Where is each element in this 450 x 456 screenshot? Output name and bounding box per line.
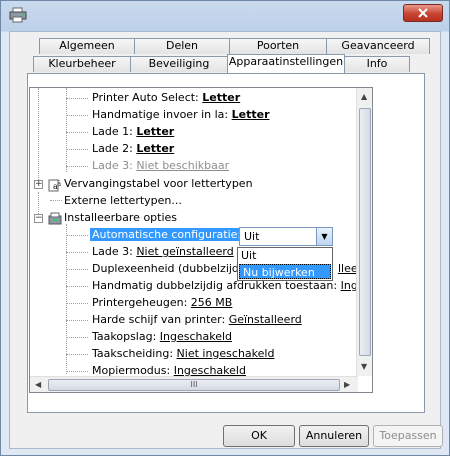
- tree-item-printer-auto-select[interactable]: Printer Auto Select: Letter: [92, 90, 240, 106]
- tree-item-value[interactable]: llee: [338, 261, 358, 277]
- tree-item-auto-config[interactable]: Automatische configuratie:: [90, 227, 244, 243]
- tree-item-job-separation[interactable]: Taakscheiding: Niet ingeschakeld: [92, 346, 274, 362]
- tree-item-label: Lade 1:: [92, 125, 133, 138]
- printer-properties-window: Algemeen Delen Poorten Geavanceerd Kleur…: [0, 0, 450, 456]
- tree-item-label: Printergeheugen:: [92, 296, 188, 309]
- options-icon: [48, 212, 62, 225]
- svg-text:ā: ā: [57, 180, 61, 188]
- tree-guide: [66, 98, 88, 99]
- tree-item-value[interactable]: Letter: [136, 125, 174, 138]
- dropdown-option-uit[interactable]: Uit: [238, 248, 332, 263]
- apply-button[interactable]: Toepassen: [373, 425, 443, 447]
- tab-kleurbeheer[interactable]: Kleurbeheer: [33, 56, 131, 72]
- tree-item-job-storage[interactable]: Taakopslag: Ingeschakeld: [92, 329, 232, 345]
- cancel-button[interactable]: Annuleren: [299, 425, 369, 447]
- horizontal-scroll-thumb[interactable]: III: [48, 379, 340, 391]
- tree-guide: [38, 88, 39, 188]
- tree-item-value[interactable]: Ingeschakeld: [160, 330, 232, 343]
- tree-guide: [66, 252, 88, 253]
- font-table-icon: a ā: [48, 179, 61, 192]
- tree-item-label: Printer Auto Select:: [92, 91, 199, 104]
- tree-guide: [66, 115, 88, 116]
- tree-guide: [66, 224, 67, 374]
- scroll-down-icon[interactable]: ▼: [361, 362, 367, 371]
- tree-guide: [66, 235, 88, 236]
- tab-row-front: Kleurbeheer Beveiliging Apparaatinstelli…: [33, 54, 410, 73]
- ok-button[interactable]: OK: [223, 425, 295, 447]
- expand-icon[interactable]: +: [34, 180, 43, 189]
- collapse-icon[interactable]: −: [34, 214, 43, 223]
- vertical-scroll-thumb[interactable]: [359, 108, 371, 356]
- printer-icon: [9, 7, 27, 23]
- scroll-grip-icon: III: [190, 380, 198, 389]
- tree-item-value[interactable]: Niet geïnstalleerd: [136, 245, 233, 258]
- tree-item-manual-feed[interactable]: Handmatige invoer in la: Letter: [92, 107, 270, 123]
- tree-item-label: Taakopslag:: [92, 330, 157, 343]
- tree-item-tray3-installed[interactable]: Lade 3: Niet geïnstalleerd: [92, 244, 234, 260]
- tree-item-tray2[interactable]: Lade 2: Letter: [92, 141, 174, 157]
- tab-beveiliging[interactable]: Beveiliging: [130, 56, 228, 72]
- tree-guide: [50, 200, 62, 201]
- tab-delen[interactable]: Delen: [134, 38, 230, 54]
- tree-guide: [66, 166, 88, 167]
- tree-guide: [66, 320, 88, 321]
- tree-item-label: Handmatige invoer in la:: [92, 108, 229, 121]
- tree-guide: [66, 88, 67, 172]
- horizontal-scrollbar[interactable]: ◀ III ▶: [30, 376, 358, 392]
- tree-item-value[interactable]: Letter: [232, 108, 270, 121]
- tree-item-hard-disk[interactable]: Harde schijf van printer: Geïnstalleerd: [92, 312, 302, 328]
- combobox-value: Uit: [244, 230, 260, 243]
- scroll-up-icon[interactable]: ▲: [361, 92, 367, 101]
- tree-item-label: Harde schijf van printer:: [92, 313, 226, 326]
- chevron-down-icon: ▼: [321, 232, 328, 241]
- tree-guide: [66, 132, 88, 133]
- close-button[interactable]: [403, 4, 443, 22]
- auto-config-combobox[interactable]: Uit ▼: [239, 227, 333, 246]
- tab-algemeen[interactable]: Algemeen: [39, 38, 135, 54]
- tree-guide: [66, 354, 88, 355]
- tree-item-label: Automatische configuratie:: [90, 228, 244, 241]
- tree-item-label: Lade 3:: [92, 159, 133, 172]
- tree-item-value[interactable]: Letter: [136, 142, 174, 155]
- tree-item-value[interactable]: 256 MB: [191, 296, 233, 309]
- tree-item-external-fonts[interactable]: Externe lettertypen...: [64, 193, 182, 209]
- tree-guide: [66, 149, 88, 150]
- tree-item-printer-memory[interactable]: Printergeheugen: 256 MB: [92, 295, 232, 311]
- tree-guide: [66, 337, 88, 338]
- tree-item-value[interactable]: Letter: [202, 91, 240, 104]
- tree-item-label: Lade 3:: [92, 245, 133, 258]
- tab-row-back: Algemeen Delen Poorten Geavanceerd: [39, 38, 430, 54]
- title-bar: [1, 1, 449, 29]
- tree-item-label: Taakscheiding:: [92, 347, 174, 360]
- tab-geavanceerd[interactable]: Geavanceerd: [326, 38, 430, 54]
- close-icon: [418, 8, 428, 18]
- tree-guide: [66, 286, 88, 287]
- tab-poorten[interactable]: Poorten: [229, 38, 327, 54]
- tree-item-label: Duplexeenheid (dubbelzijdig: [92, 262, 249, 275]
- scroll-left-icon[interactable]: ◀: [35, 380, 41, 389]
- tree-item-tray3: Lade 3: Niet beschikbaar: [92, 158, 229, 174]
- dropdown-option-nu-bijwerken[interactable]: Nu bijwerken: [239, 264, 331, 279]
- tree-item-label: Lade 2:: [92, 142, 133, 155]
- tree-item-font-substitution[interactable]: Vervangingstabel voor lettertypen: [64, 176, 253, 192]
- tree-item-tray1[interactable]: Lade 1: Letter: [92, 124, 174, 140]
- tree-guide: [66, 371, 88, 372]
- auto-config-dropdown-list: Uit Nu bijwerken: [237, 247, 333, 281]
- tree-guide: [66, 303, 88, 304]
- tab-info[interactable]: Info: [344, 56, 410, 72]
- scroll-right-icon[interactable]: ▶: [344, 380, 350, 389]
- tree-guide: [66, 269, 88, 270]
- tree-item-installable-options[interactable]: Installeerbare opties: [64, 210, 177, 226]
- vertical-scrollbar[interactable]: ▲ ▼: [356, 88, 372, 376]
- tree-item-value[interactable]: Niet ingeschakeld: [177, 347, 275, 360]
- tree-item-value[interactable]: Geïnstalleerd: [229, 313, 302, 326]
- tree-item-value: Niet beschikbaar: [136, 159, 230, 172]
- dropdown-arrow-button[interactable]: ▼: [316, 228, 332, 245]
- tab-apparaatinstellingen[interactable]: Apparaatinstellingen: [227, 54, 345, 73]
